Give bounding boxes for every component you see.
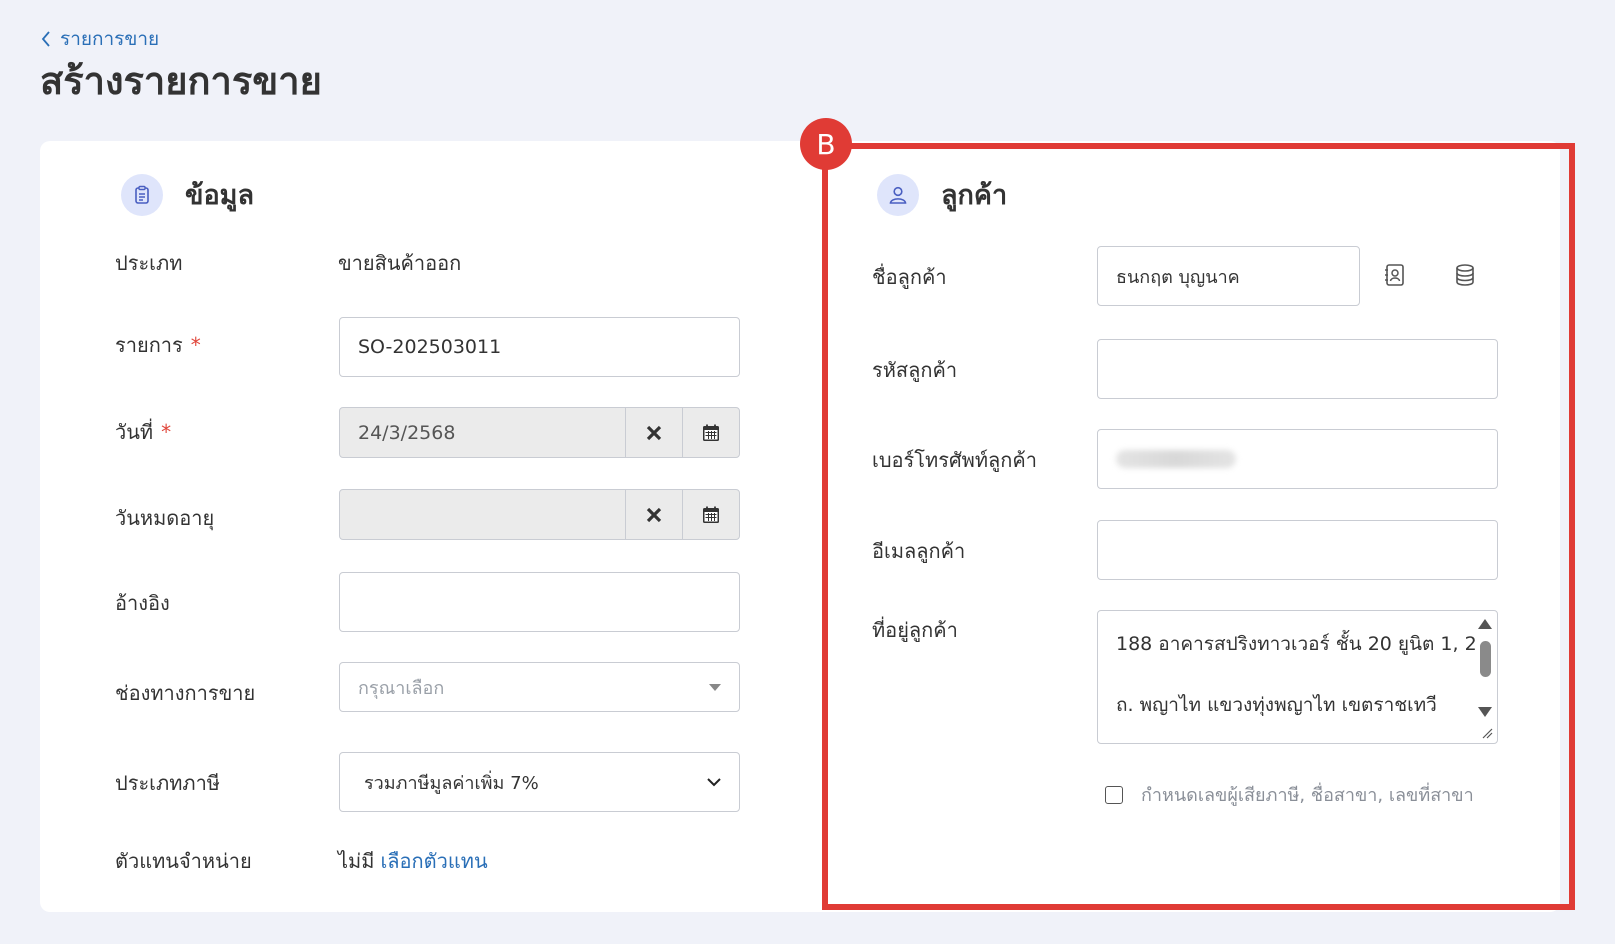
- customer-section-title: ลูกค้า: [941, 180, 1008, 211]
- customer-section-header: ลูกค้า: [877, 173, 1007, 216]
- calendar-icon: [703, 424, 719, 441]
- expiry-calendar-button[interactable]: [682, 490, 739, 539]
- customer-code-label: รหัสลูกค้า: [872, 358, 958, 382]
- contact-book-button[interactable]: [1381, 261, 1409, 289]
- customer-name-label: ชื่อลูกค้า: [872, 265, 947, 289]
- channel-placeholder: กรุณาเลือก: [358, 677, 445, 699]
- database-icon: [1456, 264, 1474, 286]
- calendar-icon: [703, 506, 719, 523]
- expiry-label: วันหมดอายุ: [115, 506, 215, 530]
- tax-type-label: ประเภทภาษี: [115, 771, 220, 795]
- customer-email-input[interactable]: [1097, 520, 1498, 580]
- database-button[interactable]: [1451, 261, 1479, 289]
- clear-expiry-button[interactable]: [625, 490, 682, 539]
- agent-none-text: ไม่มี: [338, 849, 375, 873]
- date-picker[interactable]: 24/3/2568: [339, 407, 740, 458]
- type-value: ขายสินค้าออก: [338, 251, 462, 275]
- channel-select[interactable]: กรุณาเลือก: [339, 662, 740, 712]
- resize-handle-icon[interactable]: [1481, 727, 1493, 739]
- user-icon: [877, 173, 919, 216]
- required-mark: *: [190, 333, 201, 357]
- required-mark: *: [161, 420, 172, 444]
- scroll-up-icon: [1478, 619, 1492, 629]
- tax-type-select[interactable]: รวมภาษีมูลค่าเพิ่ม 7%: [339, 752, 740, 812]
- redacted-phone: [1116, 450, 1236, 468]
- reference-label: อ้างอิง: [115, 591, 170, 615]
- chevron-down-icon: [707, 778, 721, 787]
- clear-date-button[interactable]: [625, 408, 682, 457]
- reference-input[interactable]: [339, 572, 740, 632]
- doc-label-text: รายการ: [115, 333, 183, 357]
- agent-label: ตัวแทนจำหน่าย: [115, 849, 252, 873]
- caret-down-icon: [709, 684, 721, 691]
- scroll-thumb[interactable]: [1480, 641, 1491, 677]
- date-label-text: วันที่: [115, 420, 154, 444]
- contact-card-icon: [1385, 264, 1404, 286]
- channel-label: ช่องทางการขาย: [115, 681, 256, 705]
- callout-badge: B: [800, 118, 852, 170]
- close-icon: [646, 425, 662, 440]
- scroll-down-icon: [1478, 707, 1492, 717]
- expiry-date-picker[interactable]: [339, 489, 740, 540]
- customer-phone-label: เบอร์โทรศัพท์ลูกค้า: [872, 448, 1037, 472]
- date-input[interactable]: 24/3/2568: [340, 408, 625, 457]
- info-section-header: ข้อมูล: [121, 173, 254, 216]
- expiry-input[interactable]: [340, 490, 625, 539]
- clipboard-icon: [121, 173, 163, 216]
- address-line-1: 188 อาคารสปริงทาวเวอร์ ชั้น 20 ยูนิต 1, …: [1116, 633, 1477, 655]
- close-icon: [646, 507, 662, 522]
- calendar-button[interactable]: [682, 408, 739, 457]
- customer-address-textarea[interactable]: 188 อาคารสปริงทาวเวอร์ ชั้น 20 ยูนิต 1, …: [1097, 610, 1498, 744]
- customer-email-label: อีเมลลูกค้า: [872, 539, 966, 563]
- tax-id-checkbox-label: กำหนดเลขผู้เสียภาษี, ชื่อสาขา, เลขที่สาข…: [1141, 785, 1474, 806]
- customer-code-input[interactable]: [1097, 339, 1498, 399]
- doc-number-input[interactable]: SO-202503011: [339, 317, 740, 377]
- tax-type-value: รวมภาษีมูลค่าเพิ่ม 7%: [364, 772, 539, 794]
- doc-label: รายการ *: [115, 329, 201, 361]
- customer-address-label: ที่อยู่ลูกค้า: [872, 618, 958, 642]
- page-title: สร้างรายการขาย: [40, 59, 322, 103]
- tax-id-option[interactable]: กำหนดเลขผู้เสียภาษี, ชื่อสาขา, เลขที่สาข…: [1105, 780, 1474, 809]
- info-section-title: ข้อมูล: [185, 180, 255, 211]
- tax-id-checkbox[interactable]: [1105, 785, 1123, 804]
- date-label: วันที่ *: [115, 416, 171, 448]
- address-line-2: ถ. พญาไท แขวงทุ่งพญาไท เขตราชเทวี: [1116, 694, 1437, 716]
- chevron-left-icon: [41, 31, 50, 47]
- customer-name-input[interactable]: ธนกฤต บุญนาค: [1097, 246, 1360, 306]
- agent-value: ไม่มี เลือกตัวแทน: [338, 845, 488, 877]
- customer-phone-input[interactable]: [1097, 429, 1498, 489]
- type-label: ประเภท: [115, 251, 183, 275]
- address-scrollbar[interactable]: [1477, 615, 1493, 739]
- select-agent-link[interactable]: เลือกตัวแทน: [380, 849, 487, 873]
